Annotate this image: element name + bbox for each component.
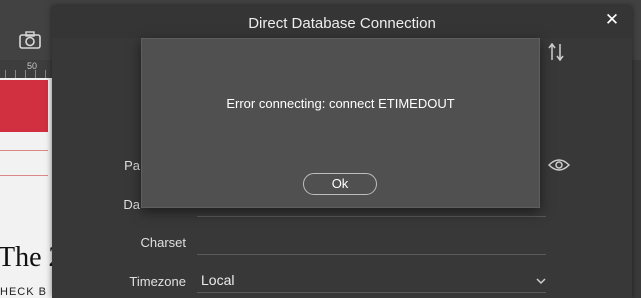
eye-icon[interactable] xyxy=(548,157,570,173)
charset-label: Charset xyxy=(140,235,186,250)
ruler-tick xyxy=(25,70,26,78)
timezone-value: Local xyxy=(201,272,235,288)
camera-icon[interactable] xyxy=(19,31,41,49)
document-banner xyxy=(0,80,48,132)
dialog-title: Direct Database Connection xyxy=(248,15,436,32)
timezone-label: Timezone xyxy=(129,274,186,289)
dialog-titlebar[interactable]: Direct Database Connection ✕ xyxy=(52,6,632,38)
password-label: Pa xyxy=(124,158,140,173)
document-rule xyxy=(0,150,48,151)
document-subtext: HECK B xyxy=(0,286,47,298)
chevron-down-icon[interactable] xyxy=(535,276,547,286)
ruler-tick xyxy=(15,70,16,78)
timezone-select[interactable]: Local xyxy=(197,268,546,293)
close-icon[interactable]: ✕ xyxy=(602,10,622,32)
ruler-tick xyxy=(35,70,36,78)
database-label: Da xyxy=(123,197,140,212)
ruler-tick xyxy=(5,70,6,78)
error-modal: Error connecting: connect ETIMEDOUT Ok xyxy=(141,38,540,208)
charset-field[interactable] xyxy=(197,230,546,255)
ok-button[interactable]: Ok xyxy=(303,173,377,195)
ruler-tick xyxy=(45,70,46,78)
sort-arrows-icon[interactable] xyxy=(547,42,565,62)
error-message: Error connecting: connect ETIMEDOUT xyxy=(226,96,455,111)
document-rule xyxy=(0,175,48,176)
